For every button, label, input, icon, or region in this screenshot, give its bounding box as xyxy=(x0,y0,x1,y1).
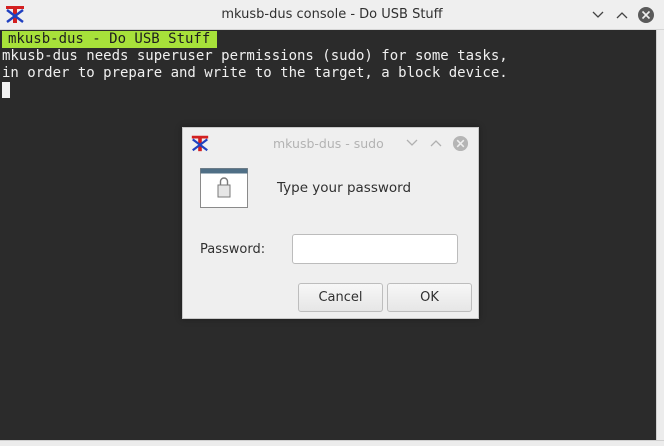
dialog-titlebar: mkusb-dus - sudo xyxy=(183,128,478,156)
sudo-dialog: mkusb-dus - sudo Type your password Pass… xyxy=(182,127,479,319)
window-titlebar: mkusb-dus console - Do USB Stuff xyxy=(0,0,664,30)
dialog-title: mkusb-dus - sudo xyxy=(273,136,384,151)
close-icon[interactable] xyxy=(636,5,656,25)
terminal-cursor xyxy=(2,82,10,98)
maximize-icon[interactable] xyxy=(612,5,632,25)
minimize-icon[interactable] xyxy=(588,5,608,25)
ok-button[interactable]: OK xyxy=(387,283,472,312)
password-label: Password: xyxy=(200,242,266,257)
cancel-button[interactable]: Cancel xyxy=(298,283,383,312)
window-bottom-border xyxy=(0,440,664,446)
window-title: mkusb-dus console - Do USB Stuff xyxy=(221,7,443,22)
close-icon[interactable] xyxy=(451,134,469,152)
scrollbar[interactable] xyxy=(656,30,664,440)
maximize-icon[interactable] xyxy=(427,134,445,152)
lock-icon xyxy=(200,168,248,208)
terminal-line: in order to prepare and write to the tar… xyxy=(2,65,508,81)
password-field[interactable] xyxy=(292,234,458,264)
terminal-header: mkusb-dus - Do USB Stuff xyxy=(2,31,218,48)
minimize-icon[interactable] xyxy=(403,134,421,152)
terminal-line: mkusb-dus needs superuser permissions (s… xyxy=(2,48,508,64)
password-prompt: Type your password xyxy=(277,180,412,196)
mkusb-logo-icon xyxy=(190,133,210,153)
